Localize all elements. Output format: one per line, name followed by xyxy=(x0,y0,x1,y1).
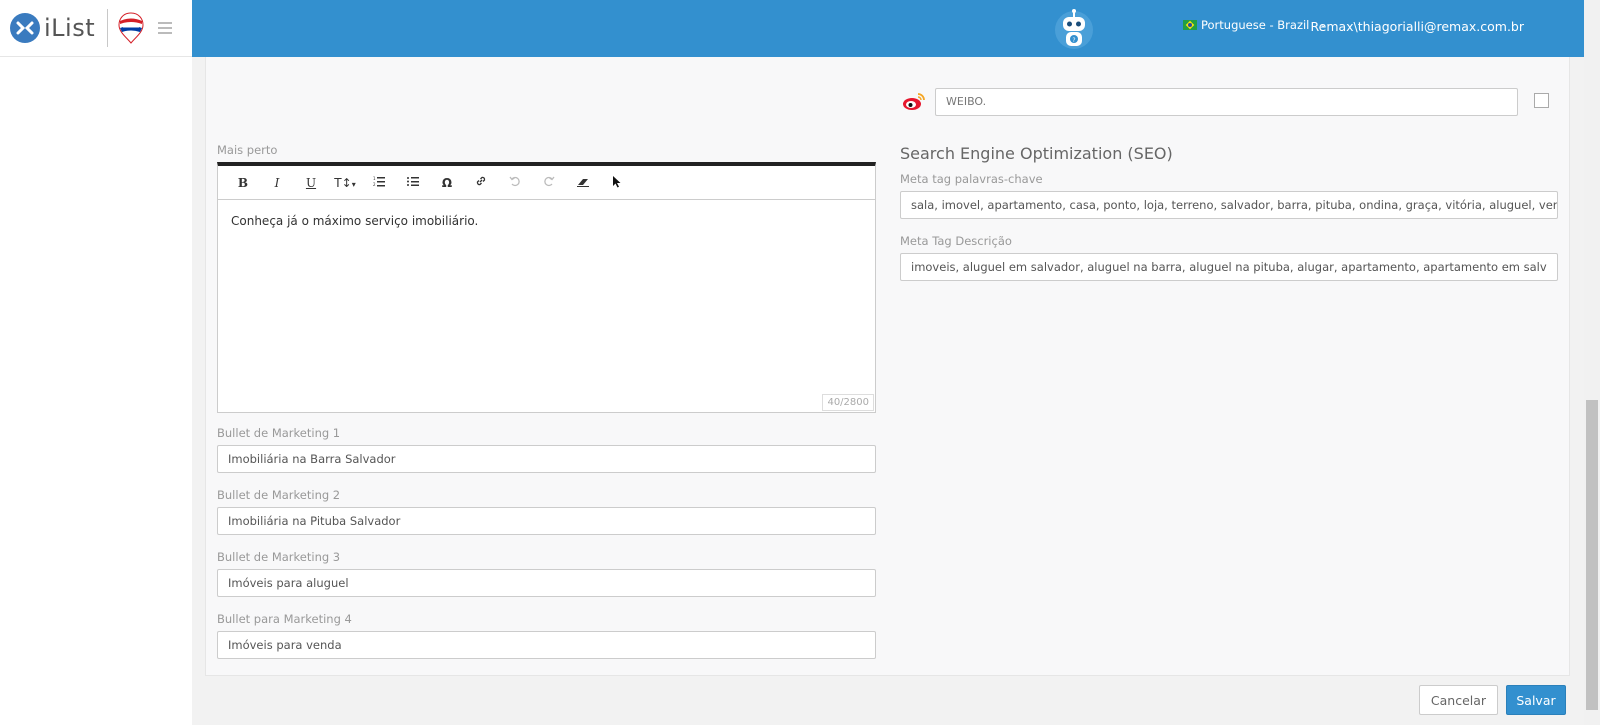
brazil-flag-icon xyxy=(1183,20,1197,30)
character-counter: 40/2800 xyxy=(822,394,874,411)
editor-toolbar: B I U T↕▾ 12 Ω xyxy=(218,166,875,200)
user-account-link[interactable]: Remax\thiagorialli@remax.com.br xyxy=(1311,19,1525,34)
svg-text:1: 1 xyxy=(373,176,376,181)
assistant-robot-icon[interactable]: ? xyxy=(1054,8,1094,50)
menu-toggle-icon[interactable] xyxy=(158,19,173,37)
italic-button[interactable]: I xyxy=(260,176,294,190)
remax-balloon-icon xyxy=(118,12,144,44)
logo-divider xyxy=(107,9,109,47)
ilist-logo-icon xyxy=(10,13,40,43)
weibo-icon xyxy=(903,93,925,110)
ilist-logo[interactable]: iList xyxy=(10,13,95,43)
weibo-input[interactable]: WEIBO. xyxy=(935,88,1518,116)
font-size-label: T↕ xyxy=(334,175,352,190)
bullet1-input[interactable]: Imobiliária na Barra Salvador xyxy=(217,445,876,473)
language-selector[interactable]: Portuguese - Brazil ⌄ xyxy=(1183,18,1327,32)
weibo-checkbox[interactable] xyxy=(1534,93,1549,108)
meta-keywords-input[interactable]: sala, imovel, apartamento, casa, ponto, … xyxy=(900,191,1558,219)
bullet4-input[interactable]: Imóveis para venda xyxy=(217,631,876,659)
bullet1-label: Bullet de Marketing 1 xyxy=(217,426,341,440)
svg-text:2: 2 xyxy=(373,182,376,187)
scrollbar-thumb[interactable] xyxy=(1586,400,1598,710)
bullet2-input[interactable]: Imobiliária na Pituba Salvador xyxy=(217,507,876,535)
bullet3-input[interactable]: Imóveis para aluguel xyxy=(217,569,876,597)
save-button[interactable]: Salvar xyxy=(1506,685,1566,715)
left-sidebar xyxy=(0,57,192,725)
underline-button[interactable]: U xyxy=(294,176,328,190)
ilist-logo-text: iList xyxy=(44,14,96,42)
meta-keywords-label: Meta tag palavras-chave xyxy=(900,172,1043,186)
brand-area: iList xyxy=(0,0,192,57)
meta-description-input[interactable]: imoveis, aluguel em salvador, aluguel na… xyxy=(900,253,1558,281)
caret-down-icon: ▾ xyxy=(351,179,356,189)
svg-text:?: ? xyxy=(1072,37,1075,44)
redo-icon[interactable] xyxy=(532,175,566,190)
link-icon[interactable] xyxy=(464,175,498,190)
cancel-button[interactable]: Cancelar xyxy=(1419,685,1498,715)
cursor-select-icon[interactable] xyxy=(600,175,634,191)
bold-button[interactable]: B xyxy=(226,176,260,190)
seo-section-title: Search Engine Optimization (SEO) xyxy=(900,144,1173,163)
unordered-list-icon[interactable] xyxy=(396,176,430,190)
font-size-dropdown[interactable]: T↕▾ xyxy=(328,176,362,190)
bullet4-label: Bullet para Marketing 4 xyxy=(217,612,352,626)
special-character-button[interactable]: Ω xyxy=(430,176,464,190)
eraser-icon[interactable] xyxy=(566,176,600,190)
editor-content[interactable]: Conheça já o máximo serviço imobiliário. xyxy=(218,200,875,242)
rich-text-editor[interactable]: B I U T↕▾ 12 Ω Conheça já o máximo servi… xyxy=(217,162,876,413)
meta-description-label: Meta Tag Descrição xyxy=(900,234,1012,248)
ordered-list-icon[interactable]: 12 xyxy=(362,176,396,190)
undo-icon[interactable] xyxy=(498,175,532,190)
bullet3-label: Bullet de Marketing 3 xyxy=(217,550,341,564)
top-navbar: ? Portuguese - Brazil ⌄ Remax\thiagorial… xyxy=(192,0,1584,57)
language-label: Portuguese - Brazil xyxy=(1201,18,1310,32)
mais-perto-label: Mais perto xyxy=(217,143,278,157)
bullet2-label: Bullet de Marketing 2 xyxy=(217,488,341,502)
